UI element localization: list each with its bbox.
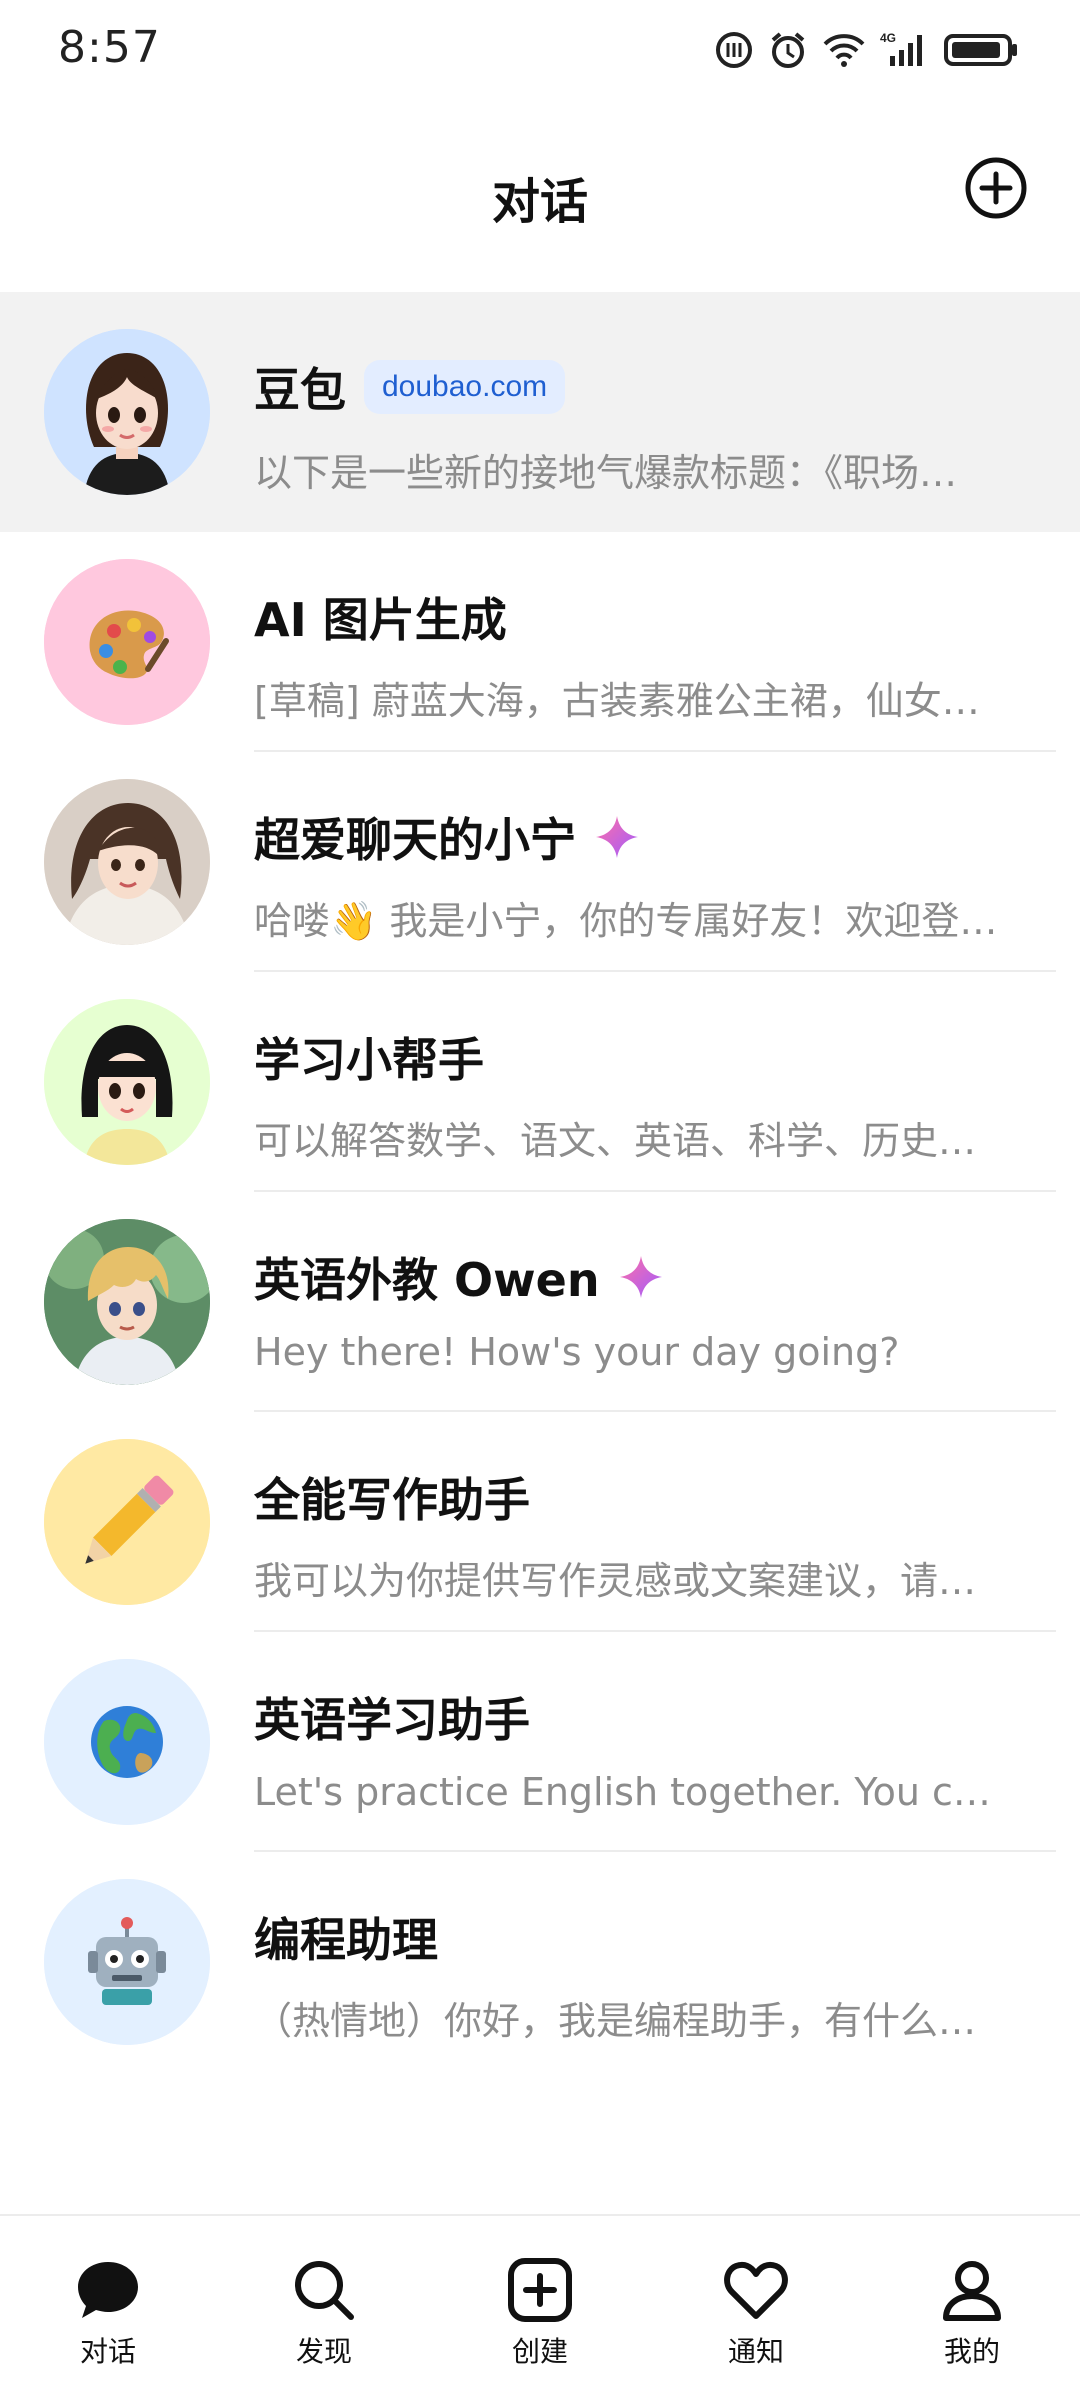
chat-bubble-icon (78, 2262, 138, 2318)
girl-portrait-icon (44, 329, 210, 495)
sparkle-icon (596, 816, 638, 858)
palette-icon (44, 559, 210, 725)
conversation-item[interactable]: 学习小帮手 可以解答数学、语文、英语、科学、历史… (0, 972, 1080, 1192)
create-plus-icon (508, 2258, 572, 2322)
conversation-preview: 可以解答数学、语文、英语、科学、历史… (254, 1119, 977, 1163)
conversation-preview: 以下是一些新的接地气爆款标题：《职场… (254, 451, 958, 495)
avatar (44, 999, 210, 1165)
avatar (44, 329, 210, 495)
conversation-name: 学习小帮手 (254, 1033, 484, 1087)
conversation-list: 豆包 doubao.com 以下是一些新的接地气爆款标题：《职场… AI 图片生… (0, 292, 1080, 2072)
anime-boy-portrait-icon (44, 1219, 210, 1385)
nav-label: 对话 (79, 2335, 136, 2368)
svg-text:4G: 4G (880, 31, 896, 45)
conversation-title-line: 英语学习助手 (254, 1684, 530, 1750)
signal-4g-icon: 4G (880, 30, 930, 74)
nav-item-chat[interactable]: 对话 (0, 2216, 216, 2384)
add-circle-icon (965, 157, 1027, 219)
battery-icon (944, 32, 1020, 72)
conversation-item[interactable]: 英语学习助手 Let's practice English together. … (0, 1632, 1080, 1852)
nav-label: 发现 (295, 2335, 352, 2368)
conversation-name: 编程助理 (254, 1913, 438, 1967)
nav-item-profile[interactable]: 我的 (864, 2216, 1080, 2384)
conversation-name: 超爱聊天的小宁 (254, 813, 576, 867)
globe-icon (44, 1659, 210, 1825)
status-time: 8:57 (58, 22, 161, 73)
heart-icon (724, 2261, 788, 2319)
conversation-preview: （热情地）你好，我是编程助手，有什么… (254, 1999, 977, 2043)
bottom-nav: 对话 发现 创建 通知 我的 (0, 2214, 1080, 2384)
conversation-title-line: 全能写作助手 (254, 1464, 530, 1530)
add-conversation-button[interactable] (964, 156, 1028, 220)
avatar (44, 1219, 210, 1385)
conversation-preview: Hey there! How's your day going? (254, 1330, 900, 1374)
status-icons: 4G (714, 30, 1020, 74)
conversation-title-line: 豆包 doubao.com (254, 354, 566, 420)
profile-icon (943, 2261, 1001, 2321)
nav-item-create[interactable]: 创建 (432, 2216, 648, 2384)
pencil-icon (44, 1439, 210, 1605)
conversation-preview: Let's practice English together. You can… (254, 1770, 1014, 1814)
data-saver-icon (714, 30, 754, 74)
conversation-item[interactable]: 豆包 doubao.com 以下是一些新的接地气爆款标题：《职场… (0, 292, 1080, 532)
nav-label: 创建 (511, 2335, 568, 2368)
nav-label: 我的 (943, 2335, 1000, 2368)
site-badge: doubao.com (364, 360, 566, 414)
avatar (44, 779, 210, 945)
conversation-preview: 我可以为你提供写作灵感或文案建议，请… (254, 1559, 977, 1603)
robot-icon (44, 1879, 210, 2045)
avatar (44, 1659, 210, 1825)
page-title: 对话 (491, 174, 588, 230)
conversation-preview: [草稿] 蔚蓝大海，古装素雅公主裙，仙女… (254, 679, 980, 723)
conversation-item[interactable]: 编程助理 （热情地）你好，我是编程助手，有什么… (0, 1852, 1080, 2072)
avatar (44, 559, 210, 725)
status-bar: 8:57 4G (0, 0, 1080, 110)
search-icon (295, 2261, 354, 2320)
woman-portrait-icon (44, 779, 210, 945)
sparkle-icon (619, 1256, 662, 1298)
conversation-name: 英语外教 Owen (254, 1253, 600, 1307)
header: 对话 (0, 110, 1080, 290)
nav-item-notifications[interactable]: 通知 (648, 2216, 864, 2384)
conversation-title-line: 编程助理 (254, 1904, 438, 1970)
conversation-title-line: 超爱聊天的小宁 (254, 804, 640, 870)
conversation-item[interactable]: 全能写作助手 我可以为你提供写作灵感或文案建议，请… (0, 1412, 1080, 1632)
conversation-item[interactable]: AI 图片生成 [草稿] 蔚蓝大海，古装素雅公主裙，仙女… (0, 532, 1080, 752)
wifi-icon (822, 32, 866, 72)
conversation-title-line: AI 图片生成 (254, 584, 507, 650)
conversation-title-line: 英语外教 Owen (254, 1244, 664, 1310)
conversation-name: AI 图片生成 (254, 593, 507, 647)
nav-label: 通知 (727, 2335, 784, 2368)
conversation-item[interactable]: 超爱聊天的小宁 哈喽👋 我是小宁，你的专属好友！欢迎登… (0, 752, 1080, 972)
conversation-item[interactable]: 英语外教 Owen Hey there! How's your day goin… (0, 1192, 1080, 1412)
alarm-icon (768, 30, 808, 74)
conversation-name: 豆包 (254, 363, 346, 417)
conversation-title-line: 学习小帮手 (254, 1024, 484, 1090)
nav-item-discover[interactable]: 发现 (216, 2216, 432, 2384)
student-girl-portrait-icon (44, 999, 210, 1165)
conversation-preview: 哈喽👋 我是小宁，你的专属好友！欢迎登… (254, 899, 998, 943)
avatar (44, 1439, 210, 1605)
conversation-name: 全能写作助手 (254, 1473, 530, 1527)
avatar (44, 1879, 210, 2045)
conversation-name: 英语学习助手 (254, 1693, 530, 1747)
